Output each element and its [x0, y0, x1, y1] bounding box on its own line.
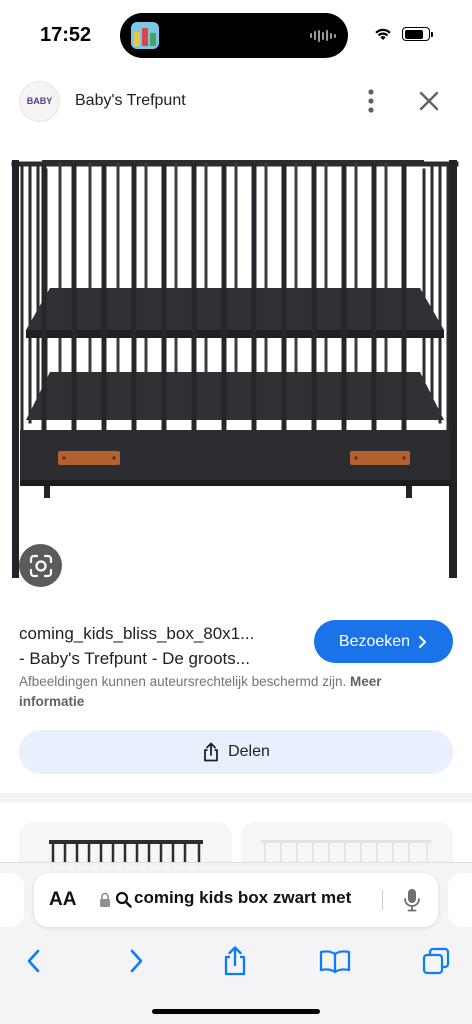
copyright-notice: Afbeeldingen kunnen auteursrechtelijk be…	[19, 672, 449, 712]
address-separator	[382, 890, 383, 910]
back-button[interactable]	[16, 943, 52, 979]
visit-button[interactable]: Bezoeken	[314, 620, 453, 663]
bookmarks-icon	[319, 950, 351, 974]
share-icon	[204, 742, 218, 762]
status-time: 17:52	[40, 24, 92, 46]
tabs-button[interactable]	[418, 943, 454, 979]
copyright-text: Afbeeldingen kunnen auteursrechtelijk be…	[19, 674, 347, 689]
microphone-icon[interactable]	[402, 887, 422, 913]
back-icon	[27, 949, 40, 973]
share-button-label: Delen	[228, 743, 270, 760]
search-icon	[115, 891, 132, 908]
page-settings-button[interactable]: AA	[49, 889, 76, 911]
battery-icon	[402, 27, 433, 41]
forward-icon	[130, 949, 143, 973]
tabs-icon	[422, 947, 450, 975]
section-divider	[0, 793, 472, 803]
forward-button[interactable]	[118, 943, 154, 979]
audio-wave-icon	[310, 29, 336, 42]
toolbar-share-button[interactable]	[217, 943, 253, 979]
dynamic-island[interactable]	[120, 13, 348, 58]
bookmarks-button[interactable]	[317, 943, 353, 979]
previous-tab-preview[interactable]	[0, 873, 24, 927]
home-indicator	[152, 1009, 320, 1014]
lens-icon	[29, 554, 52, 577]
product-image[interactable]	[0, 140, 472, 600]
close-button[interactable]	[414, 86, 444, 116]
share-button[interactable]: Delen	[19, 730, 453, 774]
lock-icon	[100, 892, 110, 907]
more-options-button[interactable]	[359, 86, 383, 116]
address-query[interactable]: coming kids box zwart met	[134, 888, 380, 908]
status-bar: 17:52	[0, 0, 472, 70]
chevron-right-icon	[419, 635, 427, 648]
close-icon	[419, 91, 439, 111]
result-title-line2: - Baby's Trefpunt - De groots...	[19, 649, 250, 668]
more-vertical-icon	[368, 89, 374, 113]
wifi-icon	[375, 28, 391, 40]
lens-button[interactable]	[19, 544, 62, 587]
result-title-line1: coming_kids_bliss_box_80x1...	[19, 624, 255, 643]
browser-bottom-bar: AA coming kids box zwart met	[0, 862, 472, 1024]
next-tab-preview[interactable]	[448, 873, 472, 927]
site-logo[interactable]: BABY	[19, 81, 60, 122]
visit-button-label: Bezoeken	[338, 632, 411, 650]
result-title[interactable]: coming_kids_bliss_box_80x1... - Baby's T…	[19, 621, 301, 671]
share-icon	[224, 946, 246, 976]
source-header: BABY Baby's Trefpunt	[0, 76, 472, 126]
site-logo-text: BABY	[26, 96, 53, 106]
site-name[interactable]: Baby's Trefpunt	[75, 92, 186, 110]
address-bar[interactable]: AA coming kids box zwart met	[34, 873, 438, 927]
playpen-illustration	[11, 160, 459, 578]
now-playing-thumbnail	[131, 22, 159, 49]
status-icons	[374, 27, 433, 41]
